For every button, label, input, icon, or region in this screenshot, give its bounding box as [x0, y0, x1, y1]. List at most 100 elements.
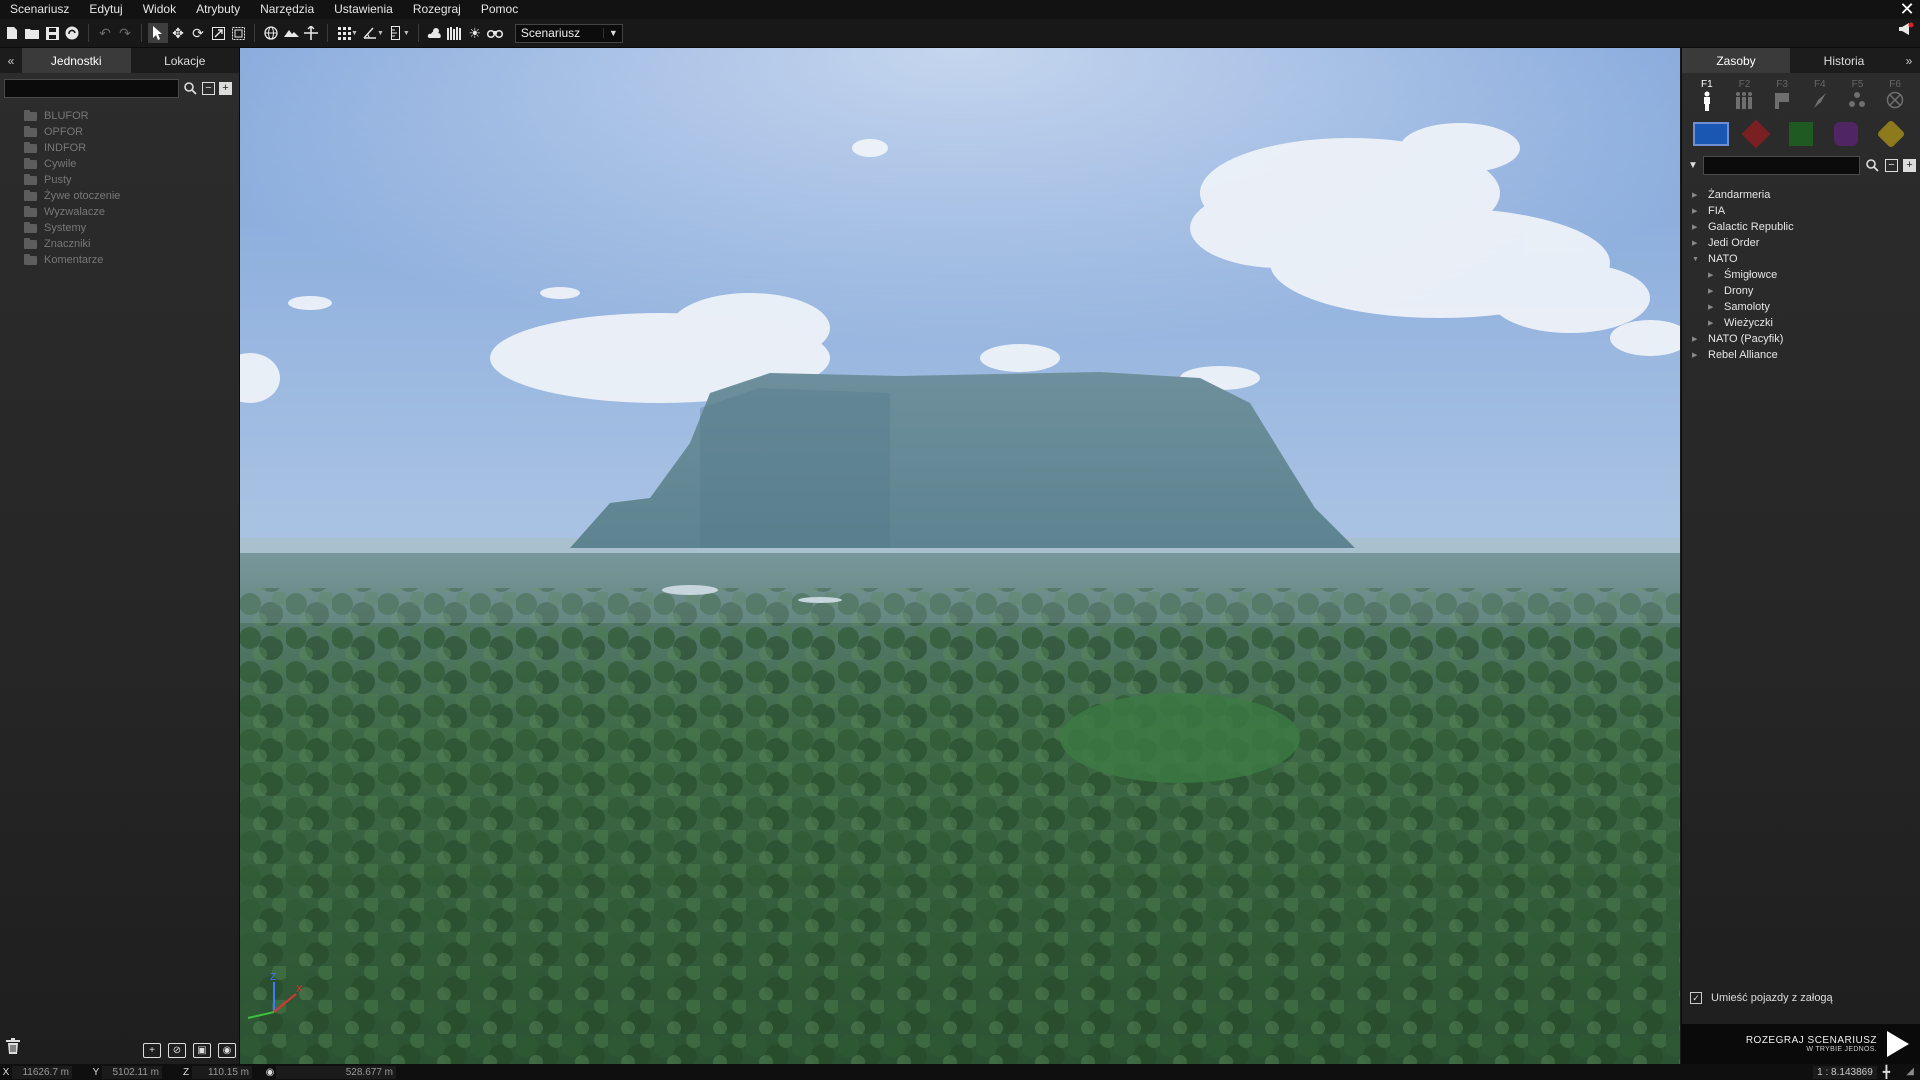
search-icon[interactable]: [183, 81, 198, 96]
weather-icon[interactable]: [425, 23, 445, 43]
binoculars-icon[interactable]: [485, 23, 505, 43]
tree-item-empty[interactable]: Pusty: [24, 172, 239, 188]
expand-all-icon[interactable]: +: [219, 82, 232, 95]
caret-right-icon[interactable]: ▶: [1692, 351, 1708, 359]
scale-icon[interactable]: [208, 23, 228, 43]
menu-view[interactable]: Widok: [133, 0, 186, 19]
chevron-down-icon[interactable]: ▼: [351, 30, 358, 37]
asset-tree-item[interactable]: ▶ Żandarmeria: [1692, 187, 1920, 203]
chevron-down-icon[interactable]: ▼: [377, 30, 384, 37]
rotate-icon[interactable]: ⟳: [188, 23, 208, 43]
caret-right-icon[interactable]: ▶: [1692, 223, 1708, 231]
menu-edit[interactable]: Edytuj: [79, 0, 132, 19]
mode-modules-button[interactable]: F5: [1839, 79, 1875, 113]
vertical-mode-icon[interactable]: [301, 23, 321, 43]
caret-right-icon[interactable]: ▶: [1692, 239, 1708, 247]
notification-megaphone-icon[interactable]: [1898, 22, 1914, 39]
resize-grip-icon[interactable]: ◢: [1906, 1066, 1914, 1077]
tree-item-indfor[interactable]: INDFOR: [24, 140, 239, 156]
layer-lock-icon[interactable]: ▣: [193, 1043, 211, 1058]
side-empty-button[interactable]: [1873, 119, 1909, 149]
crew-checkbox[interactable]: ✓: [1690, 992, 1702, 1004]
asset-tree-item[interactable]: ▶ FIA: [1692, 203, 1920, 219]
tab-assets[interactable]: Zasoby: [1682, 48, 1790, 73]
caret-right-icon[interactable]: ▶: [1708, 303, 1724, 311]
new-layer-icon[interactable]: +: [143, 1043, 161, 1058]
publish-icon[interactable]: [62, 23, 82, 43]
surface-snap-icon[interactable]: [281, 23, 301, 43]
move-icon[interactable]: ✥: [168, 23, 188, 43]
redo-icon[interactable]: ↷: [115, 23, 135, 43]
caret-right-icon[interactable]: ▶: [1692, 335, 1708, 343]
menu-attributes[interactable]: Atrybuty: [186, 0, 250, 19]
tree-item-systems[interactable]: Systemy: [24, 220, 239, 236]
crew-option[interactable]: ✓ Umieść pojazdy z załogą: [1690, 992, 1833, 1004]
caret-right-icon[interactable]: ▶: [1708, 287, 1724, 295]
undo-icon[interactable]: ↶: [95, 23, 115, 43]
side-blufor-button[interactable]: [1692, 119, 1729, 149]
mode-markers-button[interactable]: F6: [1877, 79, 1913, 113]
sun-icon[interactable]: ☀: [465, 23, 485, 43]
globe-icon[interactable]: [261, 23, 281, 43]
layer-visibility-icon[interactable]: ⊘: [168, 1043, 186, 1058]
play-scenario-button[interactable]: ROZEGRAJ SCENARIUSZ W TRYBIE JEDNOS.: [1682, 1024, 1920, 1064]
3d-viewport[interactable]: Z X: [240, 48, 1680, 1064]
tree-item-opfor[interactable]: OPFOR: [24, 124, 239, 140]
collapse-left-button[interactable]: «: [0, 48, 22, 73]
assets-search-input[interactable]: [1703, 156, 1860, 175]
filter-dropdown-icon[interactable]: ▼: [1688, 160, 1698, 171]
side-civilian-button[interactable]: [1828, 119, 1864, 149]
select-cursor-icon[interactable]: [148, 23, 168, 43]
tab-history[interactable]: Historia: [1790, 48, 1898, 73]
tree-item-blufor[interactable]: BLUFOR: [24, 108, 239, 124]
expand-all-icon[interactable]: +: [1903, 159, 1916, 172]
caret-right-icon[interactable]: ▶: [1692, 191, 1708, 199]
asset-tree-item[interactable]: ▶ Samoloty: [1692, 299, 1920, 315]
tree-item-civilians[interactable]: Cywile: [24, 156, 239, 172]
collapse-all-icon[interactable]: −: [202, 82, 215, 95]
caret-right-icon[interactable]: ▶: [1708, 319, 1724, 327]
asset-tree-item[interactable]: ▼ NATO: [1692, 251, 1920, 267]
mode-triggers-button[interactable]: F3: [1764, 79, 1800, 113]
mode-units-button[interactable]: F1: [1689, 79, 1725, 113]
asset-tree-item[interactable]: ▶ Galactic Republic: [1692, 219, 1920, 235]
tab-locations[interactable]: Lokacje: [131, 48, 240, 73]
asset-tree-item[interactable]: ▶ Wieżyczki: [1692, 315, 1920, 331]
menu-play[interactable]: Rozegraj: [403, 0, 471, 19]
menu-settings[interactable]: Ustawienia: [324, 0, 403, 19]
library-icon[interactable]: [445, 23, 465, 43]
grid-toggle-icon[interactable]: ╋: [1883, 1065, 1890, 1079]
tree-item-triggers[interactable]: Wyzwalacze: [24, 204, 239, 220]
side-indfor-button[interactable]: [1783, 119, 1819, 149]
asset-tree-item[interactable]: ▶ Rebel Alliance: [1692, 347, 1920, 363]
chevron-down-icon[interactable]: ▼: [403, 30, 410, 37]
caret-right-icon[interactable]: ▶: [1692, 207, 1708, 215]
open-folder-icon[interactable]: [22, 23, 42, 43]
area-select-icon[interactable]: [228, 23, 248, 43]
menu-help[interactable]: Pomoc: [471, 0, 528, 19]
search-icon[interactable]: [1865, 158, 1880, 173]
asset-tree-item[interactable]: ▶ Jedi Order: [1692, 235, 1920, 251]
menu-scenario[interactable]: Scenariusz: [0, 0, 79, 19]
entities-search-input[interactable]: [4, 79, 179, 98]
asset-tree-item[interactable]: ▶ NATO (Pacyfik): [1692, 331, 1920, 347]
caret-right-icon[interactable]: ▶: [1708, 271, 1724, 279]
tree-item-ambient-life[interactable]: Żywe otoczenie: [24, 188, 239, 204]
mode-waypoints-button[interactable]: F4: [1802, 79, 1838, 113]
collapse-right-button[interactable]: »: [1898, 48, 1920, 73]
collapse-all-icon[interactable]: −: [1885, 159, 1898, 172]
new-file-icon[interactable]: [2, 23, 22, 43]
close-icon[interactable]: ✕: [1898, 0, 1916, 19]
tab-entities[interactable]: Jednostki: [22, 48, 131, 73]
tree-item-comments[interactable]: Komentarze: [24, 252, 239, 268]
caret-down-icon[interactable]: ▼: [1692, 256, 1708, 263]
menu-tools[interactable]: Narzędzia: [250, 0, 324, 19]
tree-item-markers[interactable]: Znaczniki: [24, 236, 239, 252]
side-opfor-button[interactable]: [1738, 119, 1774, 149]
layer-eye-icon[interactable]: ◉: [218, 1043, 236, 1058]
mode-groups-button[interactable]: F2: [1726, 79, 1762, 113]
asset-tree-item[interactable]: ▶ Śmigłowce: [1692, 267, 1920, 283]
asset-tree-item[interactable]: ▶ Drony: [1692, 283, 1920, 299]
trash-icon[interactable]: [6, 1038, 20, 1058]
mode-select[interactable]: Scenariusz ▼: [514, 23, 623, 43]
